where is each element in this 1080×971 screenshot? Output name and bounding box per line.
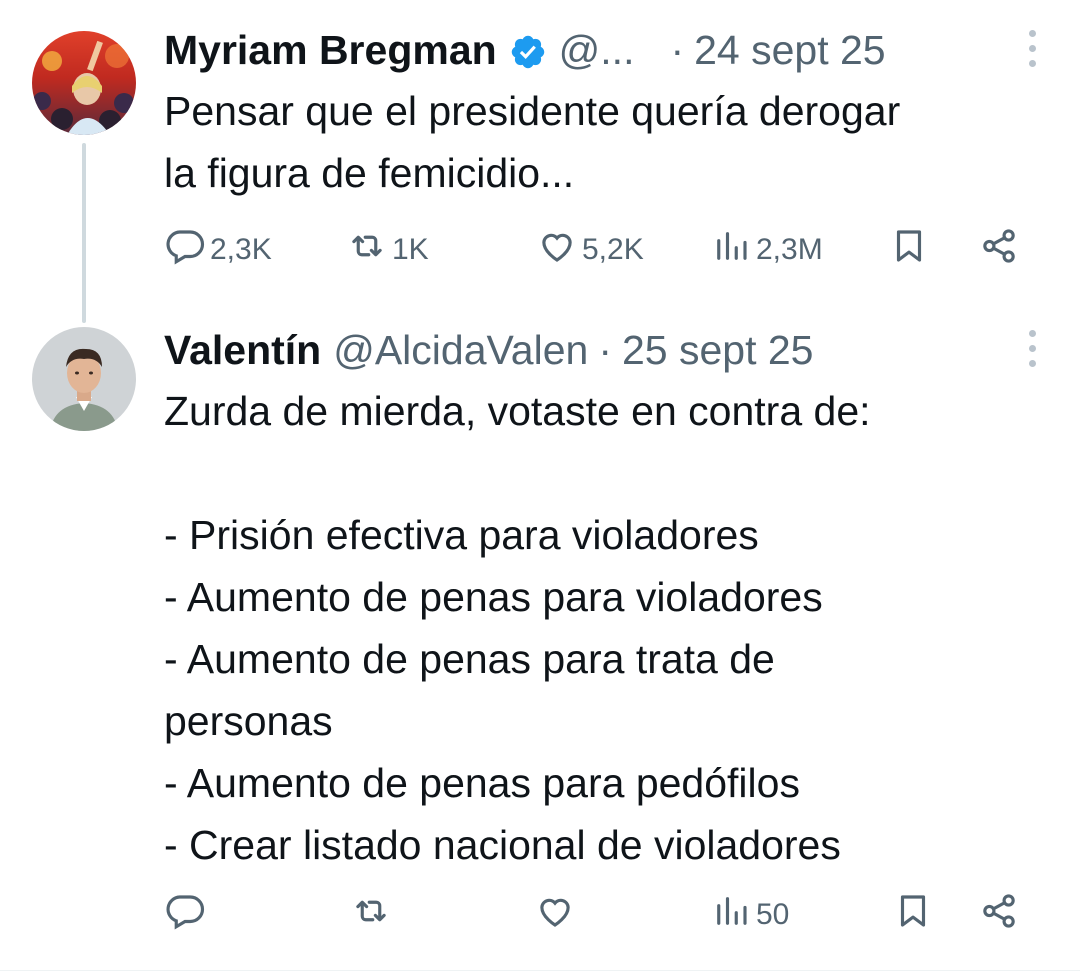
- separator-dot: ·: [598, 327, 612, 373]
- tweet-line: la figura de femicidio...: [164, 150, 575, 196]
- retweet-button[interactable]: 1K: [346, 225, 429, 275]
- bookmark-icon: [892, 890, 934, 940]
- retweet-icon: [350, 890, 392, 940]
- like-button[interactable]: [534, 890, 580, 940]
- tweet-line: personas: [164, 698, 333, 744]
- like-button[interactable]: 5,2K: [536, 225, 644, 275]
- tweet-line: - Crear listado nacional de violadores: [164, 822, 841, 868]
- reply-icon: [164, 225, 206, 275]
- bookmark-button[interactable]: [888, 225, 930, 275]
- tweet-line: - Aumento de penas para violadores: [164, 574, 823, 620]
- share-icon: [978, 890, 1020, 940]
- author-name[interactable]: Myriam Bregman: [164, 24, 497, 76]
- tweet-line: - Aumento de penas para trata de: [164, 636, 775, 682]
- separator-dot: ·: [670, 27, 685, 73]
- share-button[interactable]: [978, 225, 1020, 275]
- like-count: 5,2K: [582, 233, 644, 266]
- views-button[interactable]: 2,3M: [710, 225, 823, 275]
- author-name[interactable]: Valentín: [164, 324, 321, 376]
- tweet-date[interactable]: 25 sept 25: [622, 324, 814, 376]
- avatar[interactable]: [32, 31, 136, 135]
- avatar[interactable]: [32, 327, 136, 431]
- tweet-line: - Prisión efectiva para violadores: [164, 512, 759, 558]
- author-handle[interactable]: @AlcidaValen: [333, 324, 588, 376]
- views-icon: [710, 890, 752, 940]
- views-button[interactable]: 50: [710, 890, 789, 940]
- tweet-line: [164, 442, 1040, 504]
- reply-count: 2,3K: [210, 233, 272, 266]
- tweet-line: Zurda de mierda, votaste en contra de:: [164, 388, 871, 434]
- retweet-count: 1K: [392, 233, 429, 266]
- more-options-icon[interactable]: [1024, 30, 1040, 74]
- retweet-icon: [346, 225, 388, 275]
- tweet[interactable]: Valentín @AlcidaValen · 25 sept 25 Zurda…: [0, 300, 1080, 971]
- more-options-icon[interactable]: [1024, 330, 1040, 374]
- tweet[interactable]: Myriam Bregman @... · 24 sept 25 Pensar …: [0, 0, 1080, 323]
- share-button[interactable]: [978, 890, 1020, 940]
- tweet-header: Valentín @AlcidaValen · 25 sept 25: [164, 324, 990, 376]
- tweet-body: Zurda de mierda, votaste en contra de: -…: [164, 380, 1040, 876]
- retweet-button[interactable]: [350, 890, 396, 940]
- reply-button[interactable]: [164, 890, 210, 940]
- reply-button[interactable]: 2,3K: [164, 225, 272, 275]
- tweet-header: Myriam Bregman @... · 24 sept 25: [164, 24, 990, 76]
- share-icon: [978, 225, 1020, 275]
- like-icon: [536, 225, 578, 275]
- verified-badge-icon: [509, 31, 547, 69]
- tweet-date[interactable]: 24 sept 25: [694, 24, 886, 76]
- like-icon: [534, 890, 576, 940]
- views-count: 50: [756, 898, 790, 931]
- tweet-line: Pensar que el presidente quería derogar: [164, 88, 901, 134]
- author-handle[interactable]: @...: [559, 24, 635, 76]
- views-count: 2,3M: [756, 233, 823, 266]
- reply-icon: [164, 890, 206, 940]
- views-icon: [710, 225, 752, 275]
- thread-line: [82, 143, 86, 323]
- tweet-line: - Aumento de penas para pedófilos: [164, 760, 800, 806]
- bookmark-button[interactable]: [892, 890, 934, 940]
- bookmark-icon: [888, 225, 930, 275]
- tweet-body: Pensar que el presidente quería derogar …: [164, 80, 1040, 204]
- tweet-actions: 2,3K 1K 5,2K 2,3M: [164, 225, 1050, 275]
- tweet-actions: 50: [164, 890, 1050, 940]
